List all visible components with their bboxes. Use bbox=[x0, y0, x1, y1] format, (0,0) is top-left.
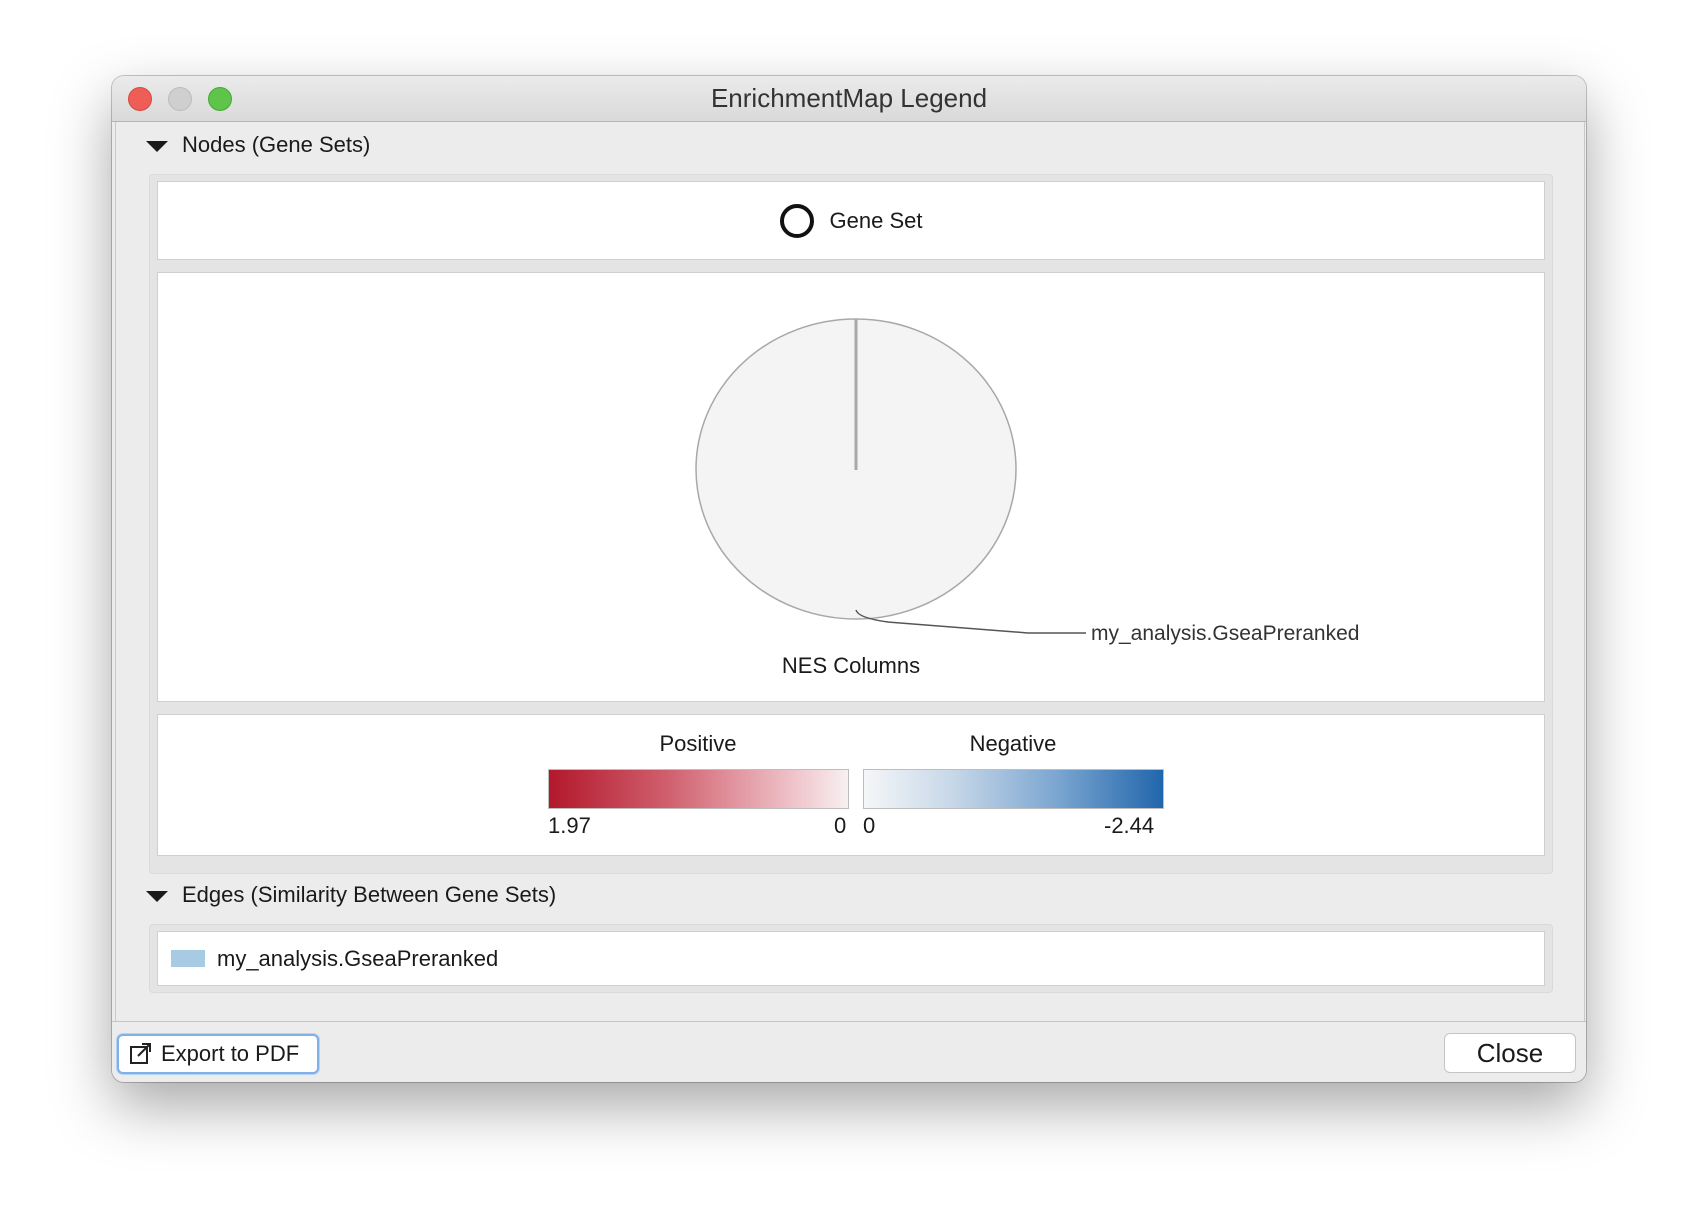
pie-series-label: my_analysis.GseaPreranked bbox=[1091, 622, 1359, 645]
edge-color-swatch bbox=[171, 950, 205, 967]
nodes-section-title: Nodes (Gene Sets) bbox=[182, 132, 371, 157]
title-bar: EnrichmentMap Legend bbox=[112, 76, 1586, 122]
close-button[interactable]: Close bbox=[1444, 1033, 1576, 1073]
nes-pie-chart: my_analysis.GseaPreranked bbox=[695, 318, 1359, 645]
negative-scale-label: Negative bbox=[969, 731, 1057, 756]
positive-max-tick: 1.97 bbox=[548, 813, 591, 838]
disclosure-triangle-icon[interactable] bbox=[146, 890, 168, 902]
edge-legend-item: my_analysis.GseaPreranked bbox=[158, 932, 1544, 985]
edge-legend-label: my_analysis.GseaPreranked bbox=[217, 945, 499, 971]
disclosure-triangle-icon[interactable] bbox=[146, 140, 168, 152]
nes-columns-title: NES Columns bbox=[781, 653, 921, 678]
nodes-section-group: Gene Set my_analysis.GseaPreranked NES C… bbox=[149, 174, 1553, 874]
negative-max-tick: -2.44 bbox=[1104, 813, 1155, 838]
nodes-section-toggle[interactable]: Nodes (Gene Sets) bbox=[116, 130, 370, 160]
legend-content: Nodes (Gene Sets) Gene Set my_analysis.G… bbox=[115, 122, 1585, 1022]
positive-scale-label: Positive bbox=[659, 731, 737, 756]
nes-chart-panel: my_analysis.GseaPreranked NES Columns bbox=[157, 272, 1545, 702]
export-to-pdf-button[interactable]: Export to PDF bbox=[117, 1034, 319, 1074]
negative-gradient-bar bbox=[863, 769, 1164, 809]
negative-min-tick: 0 bbox=[863, 813, 876, 838]
edges-section-group: my_analysis.GseaPreranked bbox=[149, 924, 1553, 993]
positive-gradient-bar bbox=[548, 769, 849, 809]
edges-panel: my_analysis.GseaPreranked bbox=[157, 931, 1545, 986]
gene-set-label: Gene Set bbox=[829, 207, 923, 233]
color-scale-panel: Positive Negative 1.97 0 0 -2.44 bbox=[157, 714, 1545, 856]
gene-set-panel: Gene Set bbox=[157, 181, 1545, 260]
dialog-footer: Export to PDF Close bbox=[112, 1021, 1586, 1082]
gene-set-circle-icon bbox=[779, 203, 814, 238]
edges-section-toggle[interactable]: Edges (Similarity Between Gene Sets) bbox=[116, 880, 556, 910]
edges-section-title: Edges (Similarity Between Gene Sets) bbox=[182, 882, 557, 907]
legend-window: EnrichmentMap Legend Nodes (Gene Sets) G… bbox=[112, 76, 1586, 1082]
external-link-icon bbox=[130, 1043, 151, 1064]
positive-min-tick: 0 bbox=[834, 813, 847, 838]
export-button-label: Export to PDF bbox=[161, 1041, 300, 1066]
window-title: EnrichmentMap Legend bbox=[710, 83, 988, 113]
